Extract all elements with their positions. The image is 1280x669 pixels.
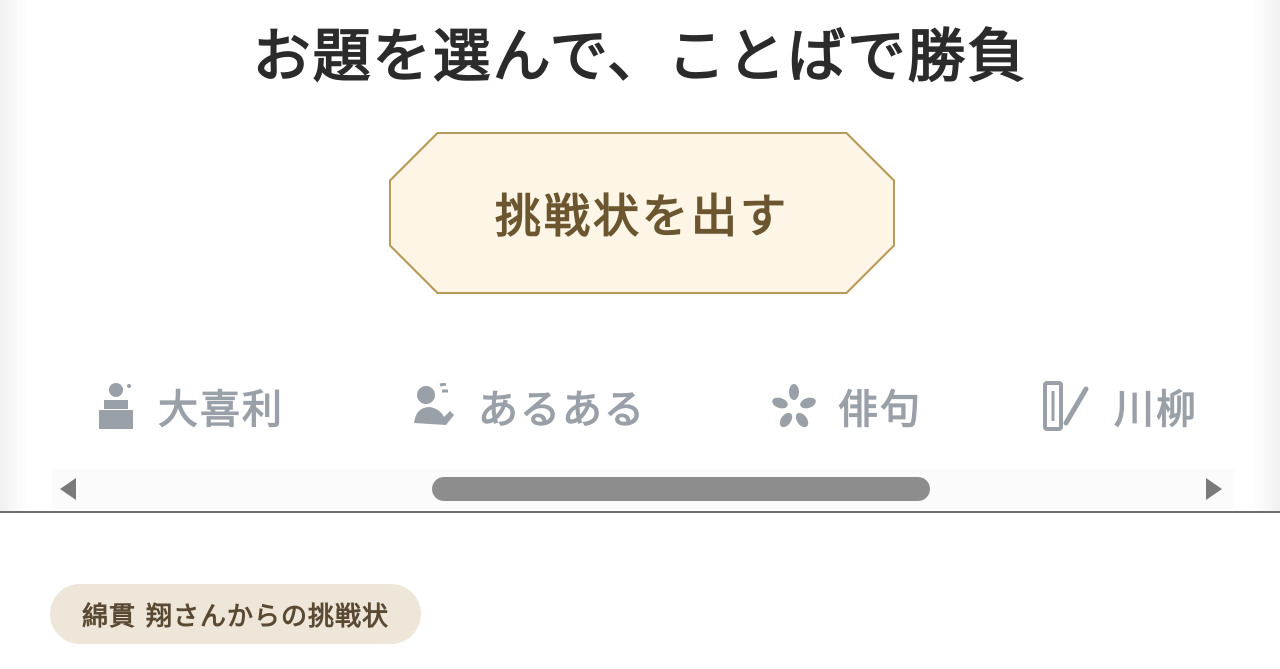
tab-ogiri-label: 大喜利 xyxy=(158,387,284,433)
tanzaku-brush-icon xyxy=(1043,381,1089,431)
scroll-left-arrow-icon[interactable] xyxy=(60,478,76,500)
page-headline: お題を選んで、ことばで勝負 xyxy=(252,22,1028,90)
category-tabs: 大喜利 あるある 俳句 川柳 xyxy=(52,358,1232,454)
tab-aruaru-label: あるある xyxy=(478,387,646,433)
tabs-scrollbar[interactable] xyxy=(52,469,1234,509)
person-thinking-icon xyxy=(414,383,454,425)
challenge-from-tag[interactable]: 綿貫 翔さんからの挑戦状 xyxy=(50,584,422,644)
flower-icon xyxy=(772,384,816,428)
tab-aruaru[interactable]: あるある xyxy=(410,358,646,454)
tab-senryu-label: 川柳 xyxy=(1114,387,1198,433)
scroll-right-arrow-icon[interactable] xyxy=(1206,478,1222,500)
person-at-podium-icon xyxy=(99,383,133,429)
send-challenge-button-label: 挑戦状を出す xyxy=(391,134,893,292)
tab-haiku-label: 俳句 xyxy=(838,387,922,433)
tab-haiku[interactable]: 俳句 xyxy=(772,358,922,454)
tab-senryu[interactable]: 川柳 xyxy=(1042,358,1198,454)
tab-ogiri[interactable]: 大喜利 xyxy=(96,358,284,454)
scrollbar-thumb[interactable] xyxy=(432,477,930,501)
send-challenge-button[interactable]: 挑戦状を出す xyxy=(389,132,895,294)
